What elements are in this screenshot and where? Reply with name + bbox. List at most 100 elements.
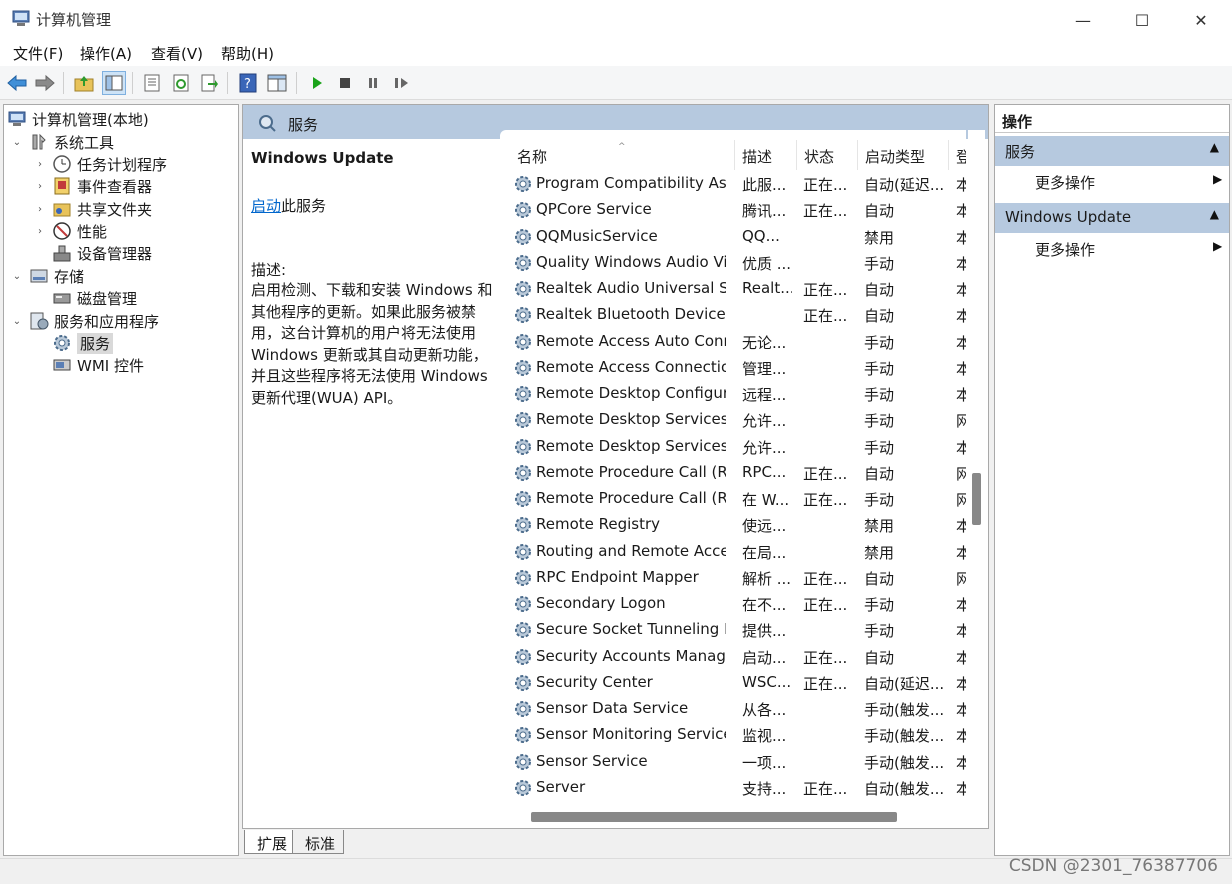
refresh-icon[interactable] bbox=[169, 71, 193, 95]
chevron-down-icon[interactable]: ⌄ bbox=[11, 271, 23, 282]
table-row[interactable]: Remote Procedure Call (R... RPC... 正在... 自动… bbox=[500, 460, 966, 486]
table-row[interactable]: QPCore Service 腾讯... 正在... 自动 本 bbox=[500, 197, 966, 223]
forward-icon[interactable] bbox=[33, 71, 57, 95]
table-row[interactable]: RPC Endpoint Mapper 解析 ... 正在... 自动 网 bbox=[500, 565, 966, 591]
tree-item-storage[interactable]: ⌄ 存储 bbox=[11, 265, 84, 287]
column-logon[interactable]: 登 bbox=[956, 146, 966, 167]
up-folder-icon[interactable] bbox=[72, 71, 96, 95]
maximize-button[interactable]: ☐ bbox=[1113, 0, 1171, 40]
tab-extended[interactable]: 扩展 bbox=[244, 830, 297, 854]
start-service-line: 启动此服务 bbox=[251, 195, 326, 216]
menu-view[interactable]: 查看(V) bbox=[151, 43, 203, 64]
tree-item-device-manager[interactable]: 设备管理器 bbox=[52, 242, 152, 264]
chevron-right-icon[interactable]: › bbox=[34, 181, 46, 192]
column-description[interactable]: 描述 bbox=[742, 146, 772, 167]
collapse-up-icon[interactable]: ▲ bbox=[1210, 207, 1219, 221]
table-row[interactable]: Remote Registry 使远... 禁用 本 bbox=[500, 512, 966, 538]
table-row[interactable]: Sensor Monitoring Service 监视... 手动(触发... 本 bbox=[500, 722, 966, 748]
show-hide-action-icon[interactable] bbox=[265, 71, 289, 95]
help-icon[interactable]: ? bbox=[236, 71, 260, 95]
actions-section-windows-update[interactable]: Windows Update ▲ bbox=[995, 203, 1229, 233]
toolbar: ? bbox=[0, 66, 1232, 100]
table-row[interactable]: Routing and Remote Access 在局... 禁用 本 bbox=[500, 539, 966, 565]
column-divider[interactable] bbox=[796, 140, 797, 170]
vertical-scroll-thumb[interactable] bbox=[972, 473, 981, 525]
table-row[interactable]: Sensor Service 一项... 手动(触发... 本 bbox=[500, 749, 966, 775]
chevron-right-icon[interactable]: › bbox=[34, 204, 46, 215]
tree-root[interactable]: 计算机管理(本地) bbox=[7, 108, 149, 130]
chevron-right-icon[interactable]: › bbox=[34, 159, 46, 170]
table-row[interactable]: Remote Desktop Services 允许... 手动 网 bbox=[500, 407, 966, 433]
column-divider[interactable] bbox=[857, 140, 858, 170]
table-row[interactable]: QQMusicService QQ... 禁用 本 bbox=[500, 224, 966, 250]
tree-item-event-viewer[interactable]: › 事件查看器 bbox=[34, 175, 152, 197]
table-row[interactable]: Realtek Audio Universal Se... Realt... 正在.… bbox=[500, 276, 966, 302]
column-status[interactable]: 状态 bbox=[804, 146, 834, 167]
service-status-cell: 正在... bbox=[803, 779, 848, 798]
table-row[interactable]: Security Accounts Manager 启动... 正在... 自动 本 bbox=[500, 644, 966, 670]
table-row[interactable]: Remote Procedure Call (R... 在 W... 正在... 手动… bbox=[500, 486, 966, 512]
table-row[interactable]: Realtek Bluetooth Device ... 正在... 自动 本 bbox=[500, 302, 966, 328]
horizontal-scrollbar[interactable] bbox=[509, 807, 965, 827]
table-row[interactable]: Quality Windows Audio Vi... 优质 ... 手动 本 bbox=[500, 250, 966, 276]
service-startup-cell: 自动 bbox=[864, 202, 895, 221]
pause-service-icon[interactable] bbox=[361, 71, 385, 95]
service-gear-icon bbox=[513, 200, 533, 220]
vertical-scrollbar[interactable] bbox=[968, 130, 985, 807]
minimize-button[interactable]: — bbox=[1054, 0, 1112, 40]
table-row[interactable]: Security Center WSC... 正在... 自动(延迟... 本 bbox=[500, 670, 966, 696]
column-name[interactable]: 名称 bbox=[517, 146, 547, 167]
collapse-up-icon[interactable]: ▲ bbox=[1210, 140, 1219, 154]
restart-service-icon[interactable] bbox=[390, 71, 414, 95]
service-logon-cell: 本 bbox=[956, 333, 966, 352]
service-gear-icon bbox=[513, 647, 533, 667]
table-row[interactable]: Remote Access Connectio... 管理... 手动 本 bbox=[500, 355, 966, 381]
more-actions-windows-update[interactable]: 更多操作 ▶ bbox=[1035, 239, 1222, 260]
tree-item-performance[interactable]: › 性能 bbox=[34, 220, 107, 242]
description-label: 描述: bbox=[251, 261, 287, 279]
column-divider[interactable] bbox=[734, 140, 735, 170]
close-button[interactable]: ✕ bbox=[1172, 0, 1230, 40]
back-icon[interactable] bbox=[5, 71, 29, 95]
tree-item-services[interactable]: 服务 bbox=[52, 332, 114, 354]
table-row[interactable]: Secondary Logon 在不... 正在... 手动 本 bbox=[500, 591, 966, 617]
tree-item-services-apps[interactable]: ⌄ 服务和应用程序 bbox=[11, 310, 159, 332]
tree-label: WMI 控件 bbox=[77, 356, 144, 375]
start-service-link[interactable]: 启动 bbox=[251, 197, 281, 215]
table-row[interactable]: Remote Desktop Configur... 远程... 手动 本 bbox=[500, 381, 966, 407]
tree-item-task-scheduler[interactable]: › 任务计划程序 bbox=[34, 153, 167, 175]
horizontal-scroll-thumb[interactable] bbox=[531, 812, 897, 822]
table-row[interactable]: Secure Socket Tunneling P... 提供... 手动 本 bbox=[500, 617, 966, 643]
export-icon[interactable] bbox=[197, 71, 221, 95]
chevron-down-icon[interactable]: ⌄ bbox=[11, 316, 23, 327]
column-divider[interactable] bbox=[948, 140, 949, 170]
tree-item-disk-management[interactable]: 磁盘管理 bbox=[52, 287, 137, 309]
service-startup-cell: 自动(延迟... bbox=[864, 176, 945, 194]
table-row[interactable]: Server 支持... 正在... 自动(触发... 本 bbox=[500, 775, 966, 801]
properties-icon[interactable] bbox=[140, 71, 164, 95]
tab-standard[interactable]: 标准 bbox=[292, 830, 345, 854]
tree-item-wmi-control[interactable]: WMI 控件 bbox=[52, 354, 144, 376]
table-row[interactable]: Sensor Data Service 从各... 手动(触发... 本 bbox=[500, 696, 966, 722]
menu-file[interactable]: 文件(F) bbox=[13, 43, 63, 64]
table-row[interactable]: Program Compatibility Assi... 此服... 正在... 自… bbox=[500, 171, 966, 197]
more-actions-services[interactable]: 更多操作 ▶ bbox=[1035, 172, 1222, 193]
menu-action[interactable]: 操作(A) bbox=[80, 43, 132, 64]
tree-item-system-tools[interactable]: ⌄ 系统工具 bbox=[11, 131, 114, 153]
service-gear-icon bbox=[513, 594, 533, 614]
computer-management-icon bbox=[8, 111, 26, 126]
service-startup-cell: 手动 bbox=[864, 412, 895, 431]
show-hide-tree-icon[interactable] bbox=[102, 71, 126, 95]
tree-item-shared-folders[interactable]: › 共享文件夹 bbox=[34, 198, 152, 220]
chevron-down-icon[interactable]: ⌄ bbox=[11, 137, 23, 148]
stop-service-icon[interactable] bbox=[333, 71, 357, 95]
storage-icon bbox=[30, 269, 48, 283]
table-row[interactable]: Remote Access Auto Conn... 无论... 手动 本 bbox=[500, 329, 966, 355]
column-startup-type[interactable]: 启动类型 bbox=[865, 146, 925, 167]
menu-bar: 文件(F) 操作(A) 查看(V) 帮助(H) bbox=[0, 40, 1232, 66]
table-row[interactable]: Remote Desktop Services ... 允许... 手动 本 bbox=[500, 434, 966, 460]
menu-help[interactable]: 帮助(H) bbox=[221, 43, 274, 64]
actions-section-services[interactable]: 服务 ▲ bbox=[995, 136, 1229, 166]
chevron-right-icon[interactable]: › bbox=[34, 226, 46, 237]
start-service-icon[interactable] bbox=[305, 71, 329, 95]
